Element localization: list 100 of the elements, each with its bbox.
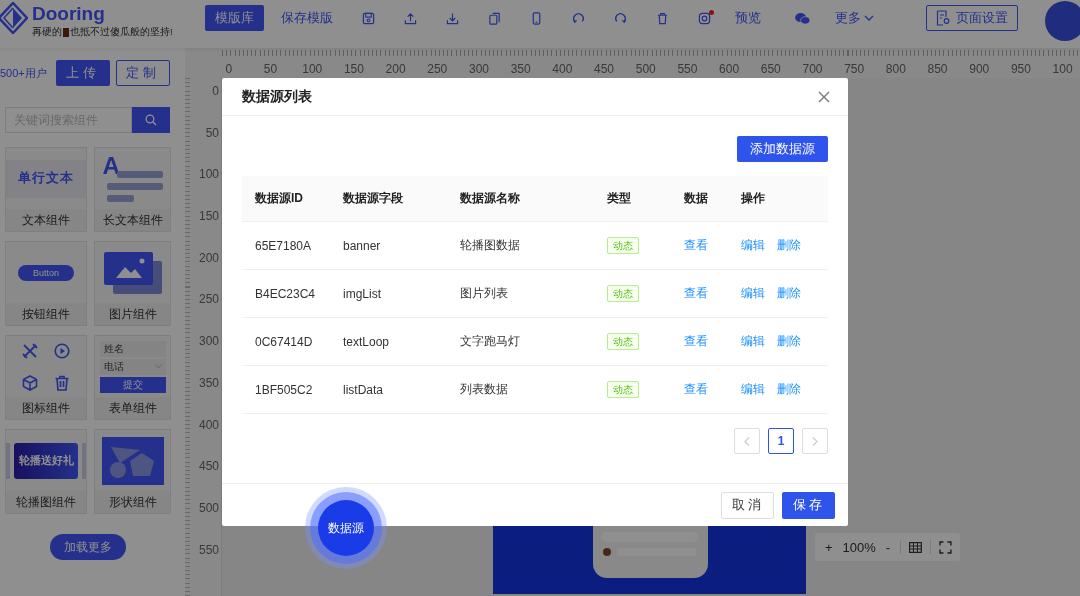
carousel-banner: 轮播送好礼 bbox=[14, 442, 78, 479]
ruler-label: 200 bbox=[384, 62, 407, 76]
ruler-label: 900 bbox=[968, 62, 991, 76]
undo-icon[interactable] bbox=[572, 11, 585, 25]
preview-button[interactable]: 预览 bbox=[735, 9, 761, 27]
cube-icon bbox=[22, 374, 38, 391]
ruler-label: 650 bbox=[759, 62, 782, 76]
ruler-label: 50 bbox=[262, 62, 279, 76]
chevron-left-icon bbox=[744, 436, 750, 446]
type-tag: 动态 bbox=[607, 333, 639, 350]
ruler-label: 550 bbox=[676, 62, 699, 76]
ruler-label: 950 bbox=[1009, 62, 1032, 76]
edit-link[interactable]: 编辑 bbox=[741, 333, 765, 350]
view-link[interactable]: 查看 bbox=[684, 286, 708, 300]
redo-icon[interactable] bbox=[614, 11, 627, 25]
component-card[interactable]: 图片组件 bbox=[94, 241, 171, 326]
save-template-button[interactable]: 保存模版 bbox=[281, 9, 333, 27]
table-cell-text: 轮播图数据 bbox=[460, 237, 521, 254]
upload-icon[interactable] bbox=[404, 11, 417, 25]
page-button[interactable]: 1 bbox=[768, 428, 794, 454]
chat-bubbles-icon[interactable] bbox=[794, 11, 811, 25]
column-header: 类型 bbox=[607, 190, 632, 207]
ruler-label: 600 bbox=[718, 62, 741, 76]
phone-icon[interactable] bbox=[530, 11, 543, 25]
ruler-label: 100 bbox=[198, 167, 220, 184]
copy-icon[interactable] bbox=[488, 11, 501, 25]
ruler-label: 450 bbox=[198, 459, 220, 476]
save-icon[interactable] bbox=[362, 11, 375, 25]
component-label: 按钮组件 bbox=[6, 303, 86, 325]
component-label: 轮播图组件 bbox=[6, 491, 86, 513]
preview-letter: A bbox=[102, 152, 120, 179]
cancel-button[interactable]: 取消 bbox=[721, 491, 774, 519]
component-card[interactable]: 单行文本 文本组件 bbox=[5, 147, 87, 232]
diamond-logo-icon bbox=[0, 2, 28, 34]
ruler-label: 400 bbox=[551, 62, 574, 76]
trash-icon[interactable] bbox=[656, 11, 669, 25]
ruler-label: 450 bbox=[593, 62, 616, 76]
table-cell-text: listData bbox=[343, 382, 384, 397]
logo-text: Dooring bbox=[32, 2, 106, 26]
ruler-label: 300 bbox=[198, 334, 220, 351]
close-icon[interactable] bbox=[818, 90, 830, 103]
ruler-label: 150 bbox=[198, 209, 220, 226]
shapes-drawing bbox=[101, 436, 164, 485]
ruler-label: 200 bbox=[198, 250, 220, 267]
edit-link[interactable]: 编辑 bbox=[741, 285, 765, 302]
download-icon[interactable] bbox=[446, 11, 459, 25]
column-header: 数据源ID bbox=[255, 190, 304, 207]
component-card[interactable]: A 长文本组件 bbox=[94, 147, 171, 232]
camera-icon[interactable] bbox=[698, 11, 711, 25]
search-button[interactable] bbox=[132, 107, 170, 133]
fullscreen-icon[interactable] bbox=[939, 540, 952, 554]
page-settings-button[interactable]: 页面设置 bbox=[926, 5, 1018, 31]
table-cell-text: imgList bbox=[343, 286, 382, 301]
zoom-level: 100% bbox=[842, 539, 876, 555]
ruler-label: 350 bbox=[198, 375, 220, 392]
component-card[interactable]: 图标组件 bbox=[5, 335, 87, 420]
component-card[interactable]: 形状组件 bbox=[94, 429, 171, 514]
ruler-label: 800 bbox=[884, 62, 907, 76]
brick-icon bbox=[63, 28, 69, 37]
trash-icon bbox=[54, 374, 70, 391]
user-count-link[interactable]: 500+用户 bbox=[0, 65, 56, 81]
edit-link[interactable]: 编辑 bbox=[741, 381, 765, 398]
ruler-label: 350 bbox=[509, 62, 532, 76]
search-icon bbox=[145, 114, 157, 126]
column-header: 数据 bbox=[684, 190, 709, 207]
view-link[interactable]: 查看 bbox=[684, 238, 708, 252]
load-more-button[interactable]: 加载更多 bbox=[50, 534, 126, 560]
delete-link[interactable]: 删除 bbox=[777, 237, 801, 254]
component-card[interactable]: 轮播送好礼 轮播图组件 bbox=[5, 429, 87, 514]
view-link[interactable]: 查看 bbox=[684, 334, 708, 348]
preview-text: 单行文本 bbox=[18, 170, 74, 187]
table-cell-text: 0C67414D bbox=[255, 334, 314, 349]
play-icon bbox=[54, 342, 70, 359]
ruler-label: 100 bbox=[1051, 62, 1074, 76]
chevron-down-icon bbox=[864, 14, 874, 22]
edit-link[interactable]: 编辑 bbox=[741, 237, 765, 254]
component-card[interactable]: Button 按钮组件 bbox=[5, 241, 87, 326]
upload-button[interactable]: 上传 bbox=[56, 60, 110, 86]
customize-button[interactable]: 定制 bbox=[116, 60, 170, 86]
component-label: 图标组件 bbox=[6, 397, 86, 419]
ruler-label: 250 bbox=[198, 292, 220, 309]
avatar[interactable] bbox=[1045, 1, 1080, 41]
slogan-text: 再硬的 bbox=[32, 26, 62, 39]
zoom-out-button[interactable]: - bbox=[883, 539, 893, 555]
component-label: 文本组件 bbox=[6, 209, 86, 231]
template-library-button[interactable]: 模版库 bbox=[205, 5, 264, 31]
more-menu-button[interactable]: 更多 bbox=[835, 9, 874, 27]
delete-link[interactable]: 删除 bbox=[777, 381, 801, 398]
zoom-in-button[interactable]: + bbox=[823, 539, 835, 555]
save-button[interactable]: 保存 bbox=[782, 491, 835, 519]
view-link[interactable]: 查看 bbox=[684, 382, 708, 396]
component-label: 表单组件 bbox=[95, 397, 170, 419]
add-data-source-button[interactable]: 添加数据源 bbox=[737, 136, 828, 162]
table-cell-text: 1BF505C2 bbox=[255, 382, 314, 397]
ruler-label: 150 bbox=[342, 62, 365, 76]
delete-link[interactable]: 删除 bbox=[777, 285, 801, 302]
grid-icon[interactable] bbox=[909, 541, 923, 553]
chevron-right-icon bbox=[812, 436, 818, 446]
component-card[interactable]: 姓名 电话 提交 表单组件 bbox=[94, 335, 171, 420]
delete-link[interactable]: 删除 bbox=[777, 333, 801, 350]
